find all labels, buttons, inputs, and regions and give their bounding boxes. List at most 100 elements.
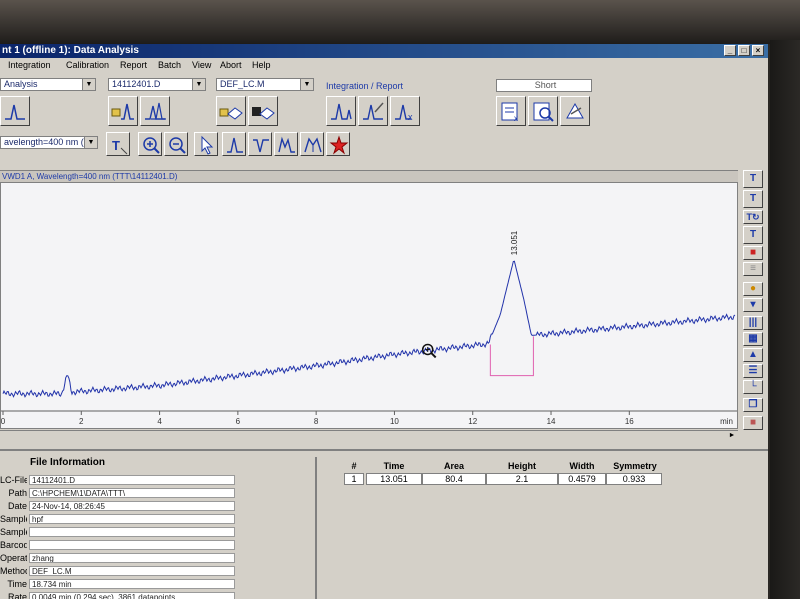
negative-peak-button[interactable] [248,132,272,156]
integration-events-icon [363,102,384,120]
delete-peak-icon [329,135,349,155]
chevron-down-icon: ▼ [84,137,97,148]
integrate-button[interactable] [326,96,356,126]
preview-report-button[interactable] [528,96,558,126]
delete-peak-button[interactable] [326,132,350,156]
file-info-key: Time [7,579,27,589]
peak-icon: ▲ [748,349,758,360]
peak-table-header: # [351,461,357,471]
signal-toolbar: avelength=400 nm (T ▼ T [0,130,768,164]
maximize-button[interactable]: □ [738,45,750,56]
overlay-signal-button[interactable] [140,96,170,126]
svg-text:T: T [112,138,120,153]
load-signal-button[interactable] [108,96,138,126]
signal-view-button[interactable] [0,96,30,126]
peak-label: 13.051 [510,230,519,255]
file-info-value[interactable] [29,527,235,537]
draw-baseline-button[interactable] [222,132,246,156]
tool-grid-button[interactable]: ▦ [743,332,763,346]
tangent-skim-button[interactable] [274,132,298,156]
menu-calibration[interactable]: Calibration [66,58,109,72]
file-info-value[interactable]: DEF_LC.M [29,566,235,576]
file-info-title: File Information [30,457,105,468]
tool-axis-button[interactable]: └ [743,380,763,394]
save-method-button[interactable] [248,96,278,126]
bottom-panel: File Information LC-File 14112401.D Path C:… [0,449,768,599]
file-info-row: Path C:\HPCHEM\1\DATA\TTT\ [0,488,238,499]
tool-stripes-button[interactable]: ≡ [743,262,763,276]
peak-table-header: Time [383,461,405,471]
file-info-value[interactable]: 0.0049 min (0.294 sec), 3861 datapoints [29,592,235,599]
file-info-value[interactable]: 24-Nov-14, 08:26:45 [29,501,235,511]
zoom-in-button[interactable] [138,132,162,156]
integration-report-button[interactable]: x [390,96,420,126]
svg-text:x: x [408,112,413,122]
menu-help[interactable]: Help [252,58,271,72]
tool-print-button[interactable]: ■ [743,416,763,430]
tool-drop-button[interactable]: ● [743,282,763,296]
select-button[interactable] [194,132,218,156]
close-button[interactable]: × [752,45,764,56]
signal-select[interactable]: avelength=400 nm (T ▼ [0,136,98,149]
tool-copy-button[interactable]: ❐ [743,398,763,412]
monitor-bezel-top [0,0,800,44]
peak-table-cell[interactable]: 80.4 [422,473,486,485]
file-info-key: Barcode [0,540,27,550]
specify-report-button[interactable] [560,96,590,126]
menu-report[interactable]: Report [120,58,147,72]
chevron-down-icon: ▼ [82,79,95,90]
stripes-icon: ≡ [750,263,756,274]
load-method-button[interactable] [216,96,246,126]
file-info-value[interactable]: 14112401.D [29,475,235,485]
text-tool-button[interactable]: T [106,132,130,156]
axis-icon: └ [749,381,757,392]
file-info-value[interactable]: zhang [29,553,235,563]
peak-table-cell[interactable]: 1 [344,473,364,485]
peak-table-cell[interactable]: 13.051 [366,473,422,485]
peak-table-cell[interactable]: 0.4579 [558,473,606,485]
horizontal-scrollbar[interactable]: ► [0,430,738,440]
scroll-right-icon[interactable]: ► [726,431,738,440]
file-info-key: Sample [0,514,27,524]
x-unit-label: min [720,417,733,426]
file-info-row: Sample Info [0,527,238,538]
zoom-out-button[interactable] [164,132,188,156]
chromatogram-plot[interactable]: 0 2 4 6 8 10 12 14 16 min 13.051 [0,182,738,429]
tool-color-button[interactable]: ■ [743,246,763,260]
tool-peak-button[interactable]: ▲ [743,348,763,362]
list-icon: ☰ [748,365,758,376]
method-select[interactable]: DEF_LC.M ▼ [216,78,314,91]
menu-view[interactable]: View [192,58,211,72]
load-method-icon [219,107,243,120]
split-peak-button[interactable] [300,132,324,156]
file-info-value[interactable]: hpf [29,514,235,524]
color-icon: ■ [749,247,757,258]
tool-text-rotate-button[interactable]: T↻ [743,210,763,224]
datafile-select[interactable]: 14112401.D ▼ [108,78,206,91]
peak-table-cell[interactable]: 2.1 [486,473,558,485]
tool-text-button[interactable]: T [743,190,763,208]
window-title-bar: nt 1 (offline 1): Data Analysis _ □ × [0,44,768,58]
tool-list-button[interactable]: ☰ [743,364,763,378]
file-info-value[interactable]: 18.734 min [29,579,235,589]
load-signal-icon [111,103,134,120]
chromatogram-svg: 0 2 4 6 8 10 12 14 16 min 13.051 [1,230,737,426]
integration-events-button[interactable] [358,96,388,126]
menu-abort[interactable]: Abort [220,58,242,72]
file-info-value[interactable]: C:\HPCHEM\1\DATA\TTT\ [29,488,235,498]
x-tick-label: 4 [157,417,162,426]
panel-divider[interactable] [315,457,317,599]
tool-text-edit-button[interactable]: T [743,226,763,244]
tool-text-x-button[interactable]: T [743,170,763,188]
file-info-value[interactable] [29,540,235,550]
menu-batch[interactable]: Batch [158,58,181,72]
tool-bars-button[interactable]: ||| [743,316,763,330]
minimize-button[interactable]: _ [724,45,736,56]
menu-integration[interactable]: Integration [8,58,51,72]
tool-marker-button[interactable]: ▾ [743,298,763,312]
view-select[interactable]: Analysis ▼ [0,78,96,91]
file-info-key: Rate [7,592,27,599]
peak-table-cell[interactable]: 0.933 [606,473,662,485]
report-style-select[interactable]: Short [496,79,592,92]
print-report-button[interactable]: x [496,96,526,126]
